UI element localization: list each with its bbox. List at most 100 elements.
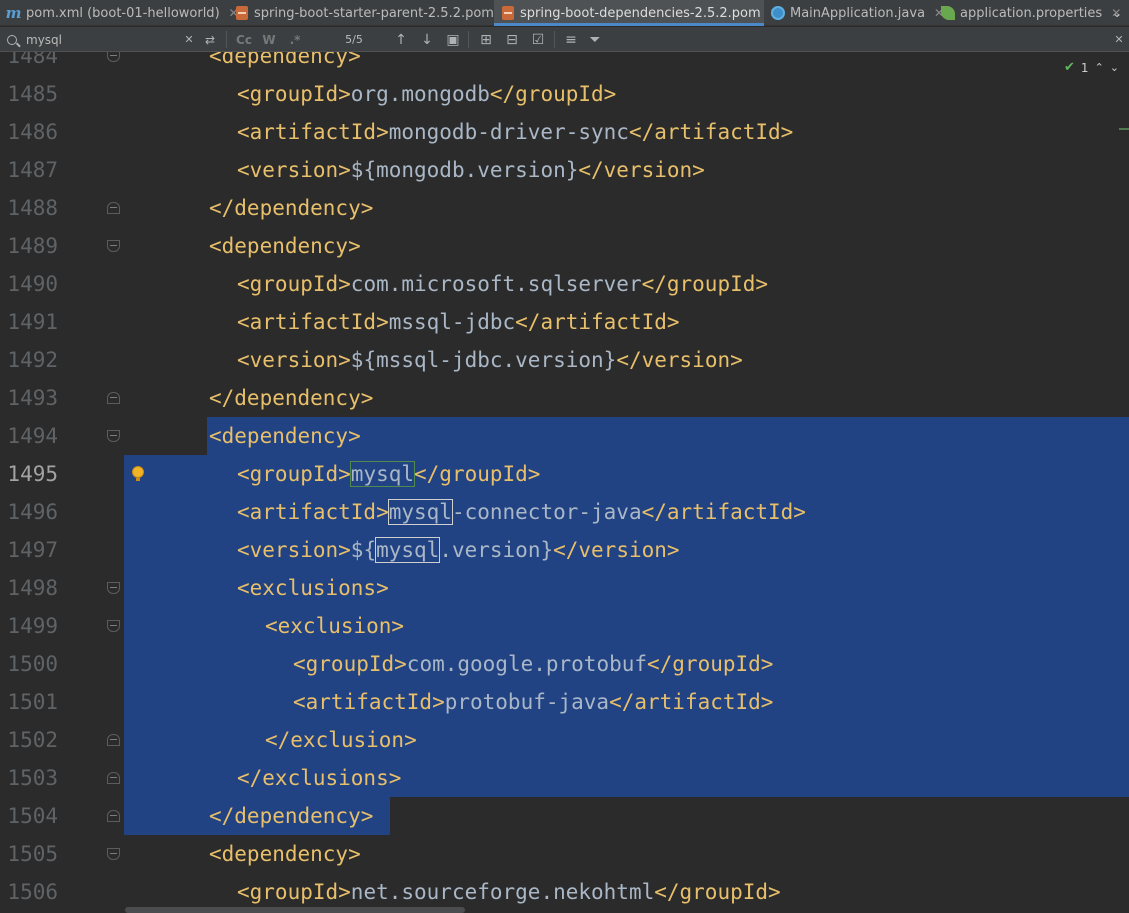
fold-toggle-icon[interactable] bbox=[107, 582, 120, 594]
code-line[interactable]: 1497 <version>${mysql.version}</version> bbox=[0, 531, 1129, 569]
tab-application-properties[interactable]: application.properties ✕ bbox=[934, 0, 1121, 26]
remove-occurrence-icon[interactable]: ⊟ bbox=[502, 27, 522, 52]
xml-tag: </artifactId> bbox=[641, 500, 806, 524]
code-text: </dependency> bbox=[209, 189, 373, 227]
tab-main-application[interactable]: MainApplication.java ✕ bbox=[764, 0, 944, 26]
xml-tag: <artifactId> bbox=[237, 500, 389, 524]
xml-tag: </groupId> bbox=[647, 652, 774, 676]
code-line[interactable]: 1506 <groupId>net.sourceforge.nekohtml</g… bbox=[0, 873, 1129, 911]
tab-label: spring-boot-starter-parent-2.5.2.pom bbox=[254, 5, 494, 21]
code-line[interactable]: 1493 </dependency> bbox=[0, 379, 1129, 417]
arrow-down-icon[interactable]: ↓ bbox=[417, 27, 437, 52]
xml-value: mysql bbox=[349, 461, 416, 487]
xml-tag: </artifactId> bbox=[628, 120, 794, 144]
xml-tag: <dependency> bbox=[209, 842, 361, 866]
tab-pom-xml[interactable]: m pom.xml (boot-01-helloworld) ✕ bbox=[0, 0, 239, 26]
code-line[interactable]: 1505 <dependency> bbox=[0, 835, 1129, 873]
fold-toggle-icon[interactable] bbox=[107, 772, 120, 784]
xml-tag: <groupId> bbox=[293, 652, 407, 676]
code-line[interactable]: 1501 <artifactId>protobuf-java</artifactI… bbox=[0, 683, 1129, 721]
filter-lines-icon[interactable]: ≡ bbox=[561, 27, 581, 52]
add-occurrence-icon[interactable]: ⊞ bbox=[476, 27, 496, 52]
code-text: </dependency> bbox=[209, 797, 373, 835]
tab-list-dropdown[interactable]: ⌄ bbox=[1106, 0, 1129, 26]
line-number: 1490 bbox=[7, 272, 58, 296]
xml-tag: <dependency> bbox=[209, 424, 361, 448]
code-text: <dependency> bbox=[209, 227, 361, 265]
regex-toggle[interactable]: .* bbox=[284, 27, 306, 52]
filter-icon[interactable]: ⏷ bbox=[585, 27, 605, 52]
close-find-bar-icon[interactable]: ✕ bbox=[1109, 27, 1129, 52]
xml-tag: <version> bbox=[237, 538, 351, 562]
xml-value: ${mysql.version} bbox=[350, 537, 554, 563]
tab-dependencies-pom[interactable]: spring-boot-dependencies-2.5.2.pom ✕ bbox=[494, 0, 780, 26]
words-toggle[interactable]: W bbox=[259, 27, 279, 52]
fold-toggle-icon[interactable] bbox=[107, 848, 120, 860]
code-text: <exclusions> bbox=[237, 569, 389, 607]
fold-toggle-icon[interactable] bbox=[107, 52, 120, 62]
code-line[interactable]: 1485 <groupId>org.mongodb</groupId> bbox=[0, 75, 1129, 113]
code-line[interactable]: 1496 <artifactId>mysql-connector-java</ar… bbox=[0, 493, 1129, 531]
tab-label: pom.xml (boot-01-helloworld) bbox=[26, 5, 220, 21]
arrow-up-icon[interactable]: ↑ bbox=[391, 27, 411, 52]
match-counter: 5/5 bbox=[345, 33, 363, 46]
line-number: 1497 bbox=[7, 538, 58, 562]
code-line[interactable]: 1492 <version>${mssql-jdbc.version}</vers… bbox=[0, 341, 1129, 379]
match-case-toggle[interactable]: Cc bbox=[233, 27, 255, 52]
tab-label: application.properties bbox=[960, 5, 1103, 21]
fold-toggle-icon[interactable] bbox=[107, 734, 120, 746]
fold-toggle-icon[interactable] bbox=[107, 392, 120, 404]
clear-search-icon[interactable]: ✕ bbox=[179, 27, 199, 52]
xml-tag: </artifactId> bbox=[609, 690, 774, 714]
line-number: 1494 bbox=[7, 424, 58, 448]
code-line[interactable]: 1489 <dependency> bbox=[0, 227, 1129, 265]
code-line[interactable]: 1495 <groupId>mysql</groupId> bbox=[0, 455, 1129, 493]
xml-value: mssql-jdbc bbox=[388, 310, 516, 334]
code-line[interactable]: 1503 </exclusions> bbox=[0, 759, 1129, 797]
select-all-occurrences-icon[interactable]: ☑ bbox=[528, 27, 548, 52]
search-icon[interactable] bbox=[4, 27, 20, 52]
code-text: <artifactId>mongodb-driver-sync</artifac… bbox=[237, 113, 793, 151]
open-in-window-icon[interactable]: ▣ bbox=[443, 27, 463, 52]
code-line[interactable]: 1487 <version>${mongodb.version}</version… bbox=[0, 151, 1129, 189]
code-line[interactable]: 1504 </dependency> bbox=[0, 797, 1129, 835]
fold-toggle-icon[interactable] bbox=[107, 620, 120, 632]
lightbulb-icon[interactable] bbox=[133, 467, 143, 481]
xml-tag: </version> bbox=[578, 158, 705, 182]
code-line[interactable]: 1488 </dependency> bbox=[0, 189, 1129, 227]
code-text: <dependency> bbox=[209, 835, 361, 873]
code-editor[interactable]: ✔ 1 ⌃ ⌄ 1484 <dependency> 1485 <groupId>org… bbox=[0, 52, 1129, 913]
code-line[interactable]: 1494 <dependency> bbox=[0, 417, 1129, 455]
fold-toggle-icon[interactable] bbox=[107, 810, 120, 822]
line-number: 1505 bbox=[7, 842, 58, 866]
code-text: <groupId>mysql</groupId> bbox=[237, 455, 540, 493]
line-number: 1496 bbox=[7, 500, 58, 524]
code-line[interactable]: 1486 <artifactId>mongodb-driver-sync</art… bbox=[0, 113, 1129, 151]
xml-tag: <dependency> bbox=[209, 234, 361, 258]
xml-value: com.microsoft.sqlserver bbox=[350, 272, 642, 296]
search-input[interactable]: mysql bbox=[26, 27, 176, 52]
xml-tag: </version> bbox=[553, 538, 680, 562]
xml-tag: <version> bbox=[237, 348, 351, 372]
code-line[interactable]: 1500 <groupId>com.google.protobuf</groupI… bbox=[0, 645, 1129, 683]
fold-toggle-icon[interactable] bbox=[107, 430, 120, 442]
code-line[interactable]: 1499 <exclusion> bbox=[0, 607, 1129, 645]
code-text: </dependency> bbox=[209, 379, 373, 417]
code-text: <groupId>org.mongodb</groupId> bbox=[237, 75, 616, 113]
line-number: 1501 bbox=[7, 690, 58, 714]
fold-toggle-icon[interactable] bbox=[107, 240, 120, 252]
code-line[interactable]: 1498 <exclusions> bbox=[0, 569, 1129, 607]
code-line[interactable]: 1491 <artifactId>mssql-jdbc</artifactId> bbox=[0, 303, 1129, 341]
code-line[interactable]: 1484 <dependency> bbox=[0, 52, 1129, 75]
find-bar: mysql ✕ ⇄ Cc W .* 5/5 ↑ ↓ ▣ ⊞ ⊟ ☑ ≡ ⏷ ✕ bbox=[0, 27, 1129, 52]
code-line[interactable]: 1490 <groupId>com.microsoft.sqlserver</gr… bbox=[0, 265, 1129, 303]
history-icon[interactable]: ⇄ bbox=[200, 27, 220, 52]
line-number: 1498 bbox=[7, 576, 58, 600]
line-number: 1484 bbox=[7, 52, 58, 68]
search-match: mysql bbox=[375, 537, 441, 563]
xml-tag: </exclusions> bbox=[237, 766, 402, 790]
line-number: 1500 bbox=[7, 652, 58, 676]
code-line[interactable]: 1502 </exclusion> bbox=[0, 721, 1129, 759]
fold-toggle-icon[interactable] bbox=[107, 202, 120, 214]
tab-starter-parent-pom[interactable]: spring-boot-starter-parent-2.5.2.pom ✕ bbox=[228, 0, 513, 26]
